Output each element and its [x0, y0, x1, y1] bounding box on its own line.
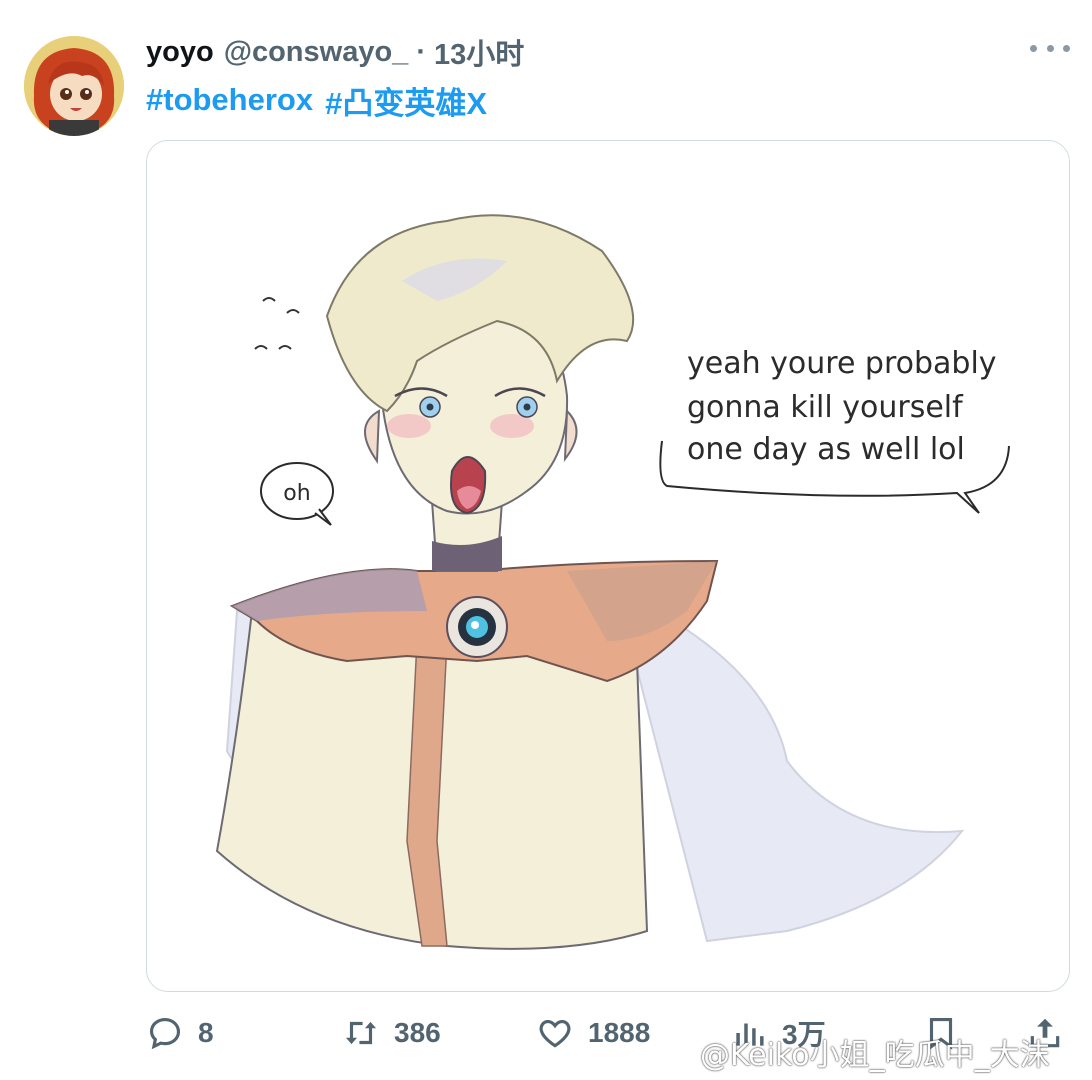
hashtag-tobehero-x-cn[interactable]: #凸变英雄X — [325, 78, 487, 123]
speech-line-1: yeah youre probably — [687, 346, 997, 381]
separator-dot: · — [416, 35, 426, 68]
small-bubble-text: oh — [283, 481, 310, 506]
author-name[interactable]: yoyo — [146, 36, 214, 69]
author-handle[interactable]: @conswayo_ — [224, 36, 409, 69]
heart-icon — [539, 1020, 571, 1048]
retweet-count: 386 — [394, 1017, 441, 1048]
timestamp[interactable]: 13小时 — [434, 31, 524, 73]
speech-line-3: one day as well lol — [687, 432, 965, 467]
tweet-text: #tobeherox #凸变英雄X — [146, 78, 499, 122]
hashtag-tobeherox[interactable]: #tobeherox — [146, 82, 313, 118]
watermark-text: @Keiko小姐_吃瓜中_大沫 — [700, 1038, 1050, 1073]
tweet-image[interactable]: oh yeah youre probably gonna kill yourse… — [146, 140, 1070, 992]
retweet-icon — [345, 1021, 377, 1045]
reply-icon — [149, 1017, 181, 1050]
tweet-header: yoyo @conswayo_ · 13小时 — [146, 30, 1072, 74]
illustration-character: oh yeah youre probably gonna kill yourse… — [147, 141, 1069, 991]
more-options-icon[interactable] — [1030, 36, 1070, 60]
retweet-button[interactable]: 386 — [342, 1005, 441, 1061]
avatar[interactable] — [24, 36, 124, 136]
reply-button[interactable]: 8 — [146, 1005, 214, 1061]
like-button[interactable]: 1888 — [536, 1005, 650, 1061]
like-count: 1888 — [588, 1017, 651, 1048]
reply-count: 8 — [198, 1017, 214, 1048]
avatar-illustration — [24, 36, 124, 136]
speech-line-2: gonna kill yourself — [687, 390, 964, 425]
